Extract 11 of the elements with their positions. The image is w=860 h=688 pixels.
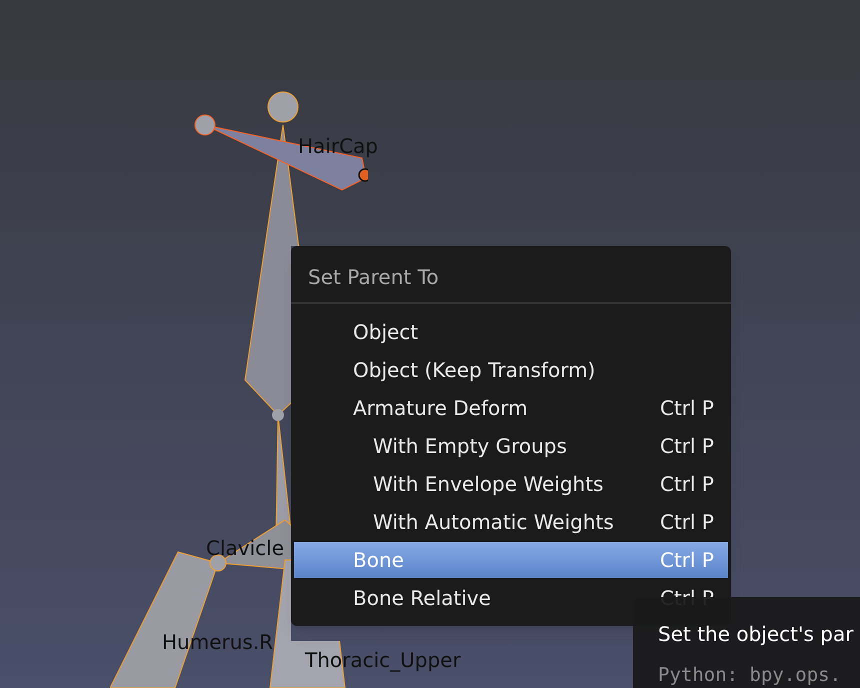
bone-label: HairCap (298, 133, 378, 160)
menu-item[interactable]: Armature Deform Ctrl P (294, 390, 728, 426)
menu-item[interactable]: Bone Relative Ctrl P (294, 580, 728, 616)
menu-title: Set Parent To (307, 264, 440, 291)
menu-item[interactable]: With Envelope Weights Ctrl P (294, 466, 728, 502)
menu-item[interactable]: Object (Keep Transform) (294, 352, 728, 388)
menu-item[interactable]: Object (294, 314, 728, 350)
tooltip-description: Set the object's par (658, 621, 854, 648)
menu-item[interactable]: With Empty Groups Ctrl P (294, 428, 728, 464)
menu-item[interactable]: With Automatic Weights Ctrl P (294, 504, 728, 540)
tooltip-python: Python: bpy.ops. (658, 663, 842, 688)
